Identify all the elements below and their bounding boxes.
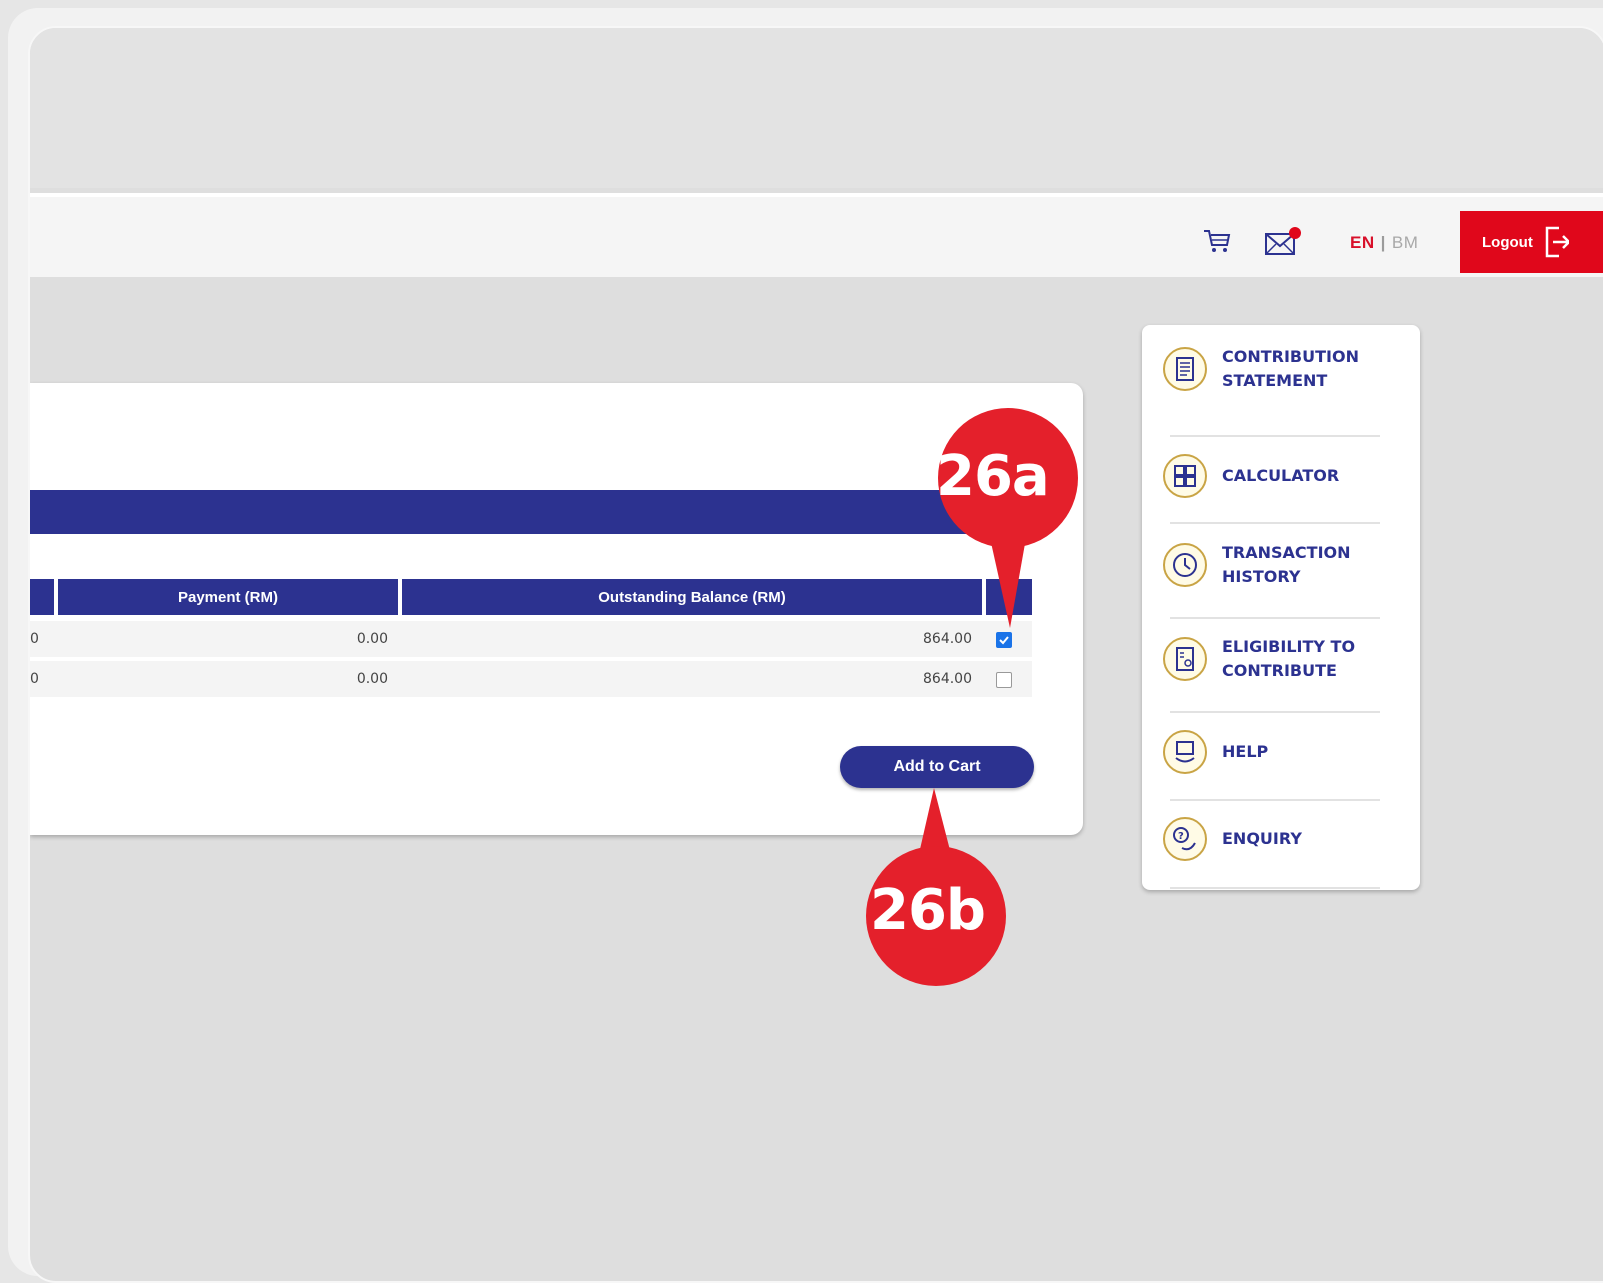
lang-en-link[interactable]: EN: [1350, 233, 1375, 252]
prev-cell: 0: [30, 671, 39, 687]
divider: [1170, 799, 1380, 801]
calculator-icon: [1163, 454, 1207, 498]
language-switcher: EN | BM: [1350, 233, 1418, 253]
sidebar-item-eligibility[interactable]: ELIGIBILITY TO CONTRIBUTE: [1162, 635, 1380, 683]
clock-icon: [1163, 543, 1207, 587]
table-row: 0 0.00 864.00: [30, 661, 1032, 697]
outer-frame: EN | BM Logout Payment (RM) Outstanding Ba…: [8, 8, 1603, 1283]
sidebar-item-label: CONTRIBUTION: [1222, 347, 1359, 366]
quick-menu-sidebar: CONTRIBUTION STATEMENT CALCULATOR TRANSA…: [1142, 325, 1420, 890]
notification-dot-icon: [1289, 227, 1301, 239]
document-icon: [1163, 347, 1207, 391]
outstanding-cell: 864.00: [923, 631, 972, 647]
lang-bm-link[interactable]: BM: [1392, 233, 1419, 252]
sidebar-item-transaction-history[interactable]: TRANSACTION HISTORY: [1162, 541, 1380, 589]
divider: [1170, 522, 1380, 524]
table-row: 0 0.00 864.00: [30, 621, 1032, 657]
payment-card: Payment (RM) Outstanding Balance (RM) 0 …: [30, 383, 1083, 835]
row-checkbox[interactable]: [996, 672, 1012, 688]
mail-icon[interactable]: [1264, 225, 1304, 257]
logout-label: Logout: [1482, 233, 1533, 251]
cart-icon[interactable]: [1202, 227, 1232, 255]
sidebar-item-label: HELP: [1222, 742, 1269, 761]
logout-icon: [1545, 226, 1569, 258]
sidebar-item-enquiry[interactable]: ? ENQUIRY: [1162, 816, 1380, 862]
divider: [1170, 617, 1380, 619]
sidebar-item-label: STATEMENT: [1222, 371, 1328, 390]
divider: [1170, 711, 1380, 713]
annotation-label-a: 26a: [936, 444, 1050, 509]
top-band: [30, 28, 1603, 188]
sidebar-item-label: CONTRIBUTE: [1222, 661, 1337, 680]
divider: [1170, 435, 1380, 437]
svg-text:?: ?: [1178, 831, 1184, 842]
help-icon: [1163, 730, 1207, 774]
logout-button[interactable]: Logout: [1460, 211, 1603, 273]
table-header-payment: Payment (RM): [58, 579, 398, 615]
sidebar-item-label: ENQUIRY: [1222, 829, 1302, 848]
annotation-marker-a: [938, 408, 1078, 628]
app-window: EN | BM Logout Payment (RM) Outstanding Ba…: [28, 26, 1603, 1283]
enquiry-icon: ?: [1163, 817, 1207, 861]
prev-cell: 0: [30, 631, 39, 647]
divider: [1170, 887, 1380, 889]
lang-separator: |: [1380, 233, 1386, 252]
sidebar-item-label: HISTORY: [1222, 567, 1301, 586]
sidebar-item-calculator[interactable]: CALCULATOR: [1162, 453, 1380, 499]
sidebar-item-label: ELIGIBILITY TO: [1222, 637, 1356, 656]
payment-cell: 0.00: [356, 671, 388, 687]
annotation-label-b: 26b: [870, 878, 986, 943]
sidebar-item-label: CALCULATOR: [1222, 466, 1340, 485]
header-bar: EN | BM Logout: [30, 193, 1603, 277]
add-to-cart-button[interactable]: Add to Cart: [840, 746, 1034, 788]
eligibility-icon: [1163, 637, 1207, 681]
card-title-band: [30, 490, 1032, 534]
outstanding-cell: 864.00: [923, 671, 972, 687]
payment-cell: 0.00: [356, 631, 388, 647]
table-header-prev: [30, 579, 54, 615]
sidebar-item-help[interactable]: HELP: [1162, 729, 1380, 775]
sidebar-item-label: TRANSACTION: [1222, 543, 1351, 562]
table-header-outstanding: Outstanding Balance (RM): [402, 579, 982, 615]
sidebar-item-contribution-statement[interactable]: CONTRIBUTION STATEMENT: [1162, 345, 1380, 393]
